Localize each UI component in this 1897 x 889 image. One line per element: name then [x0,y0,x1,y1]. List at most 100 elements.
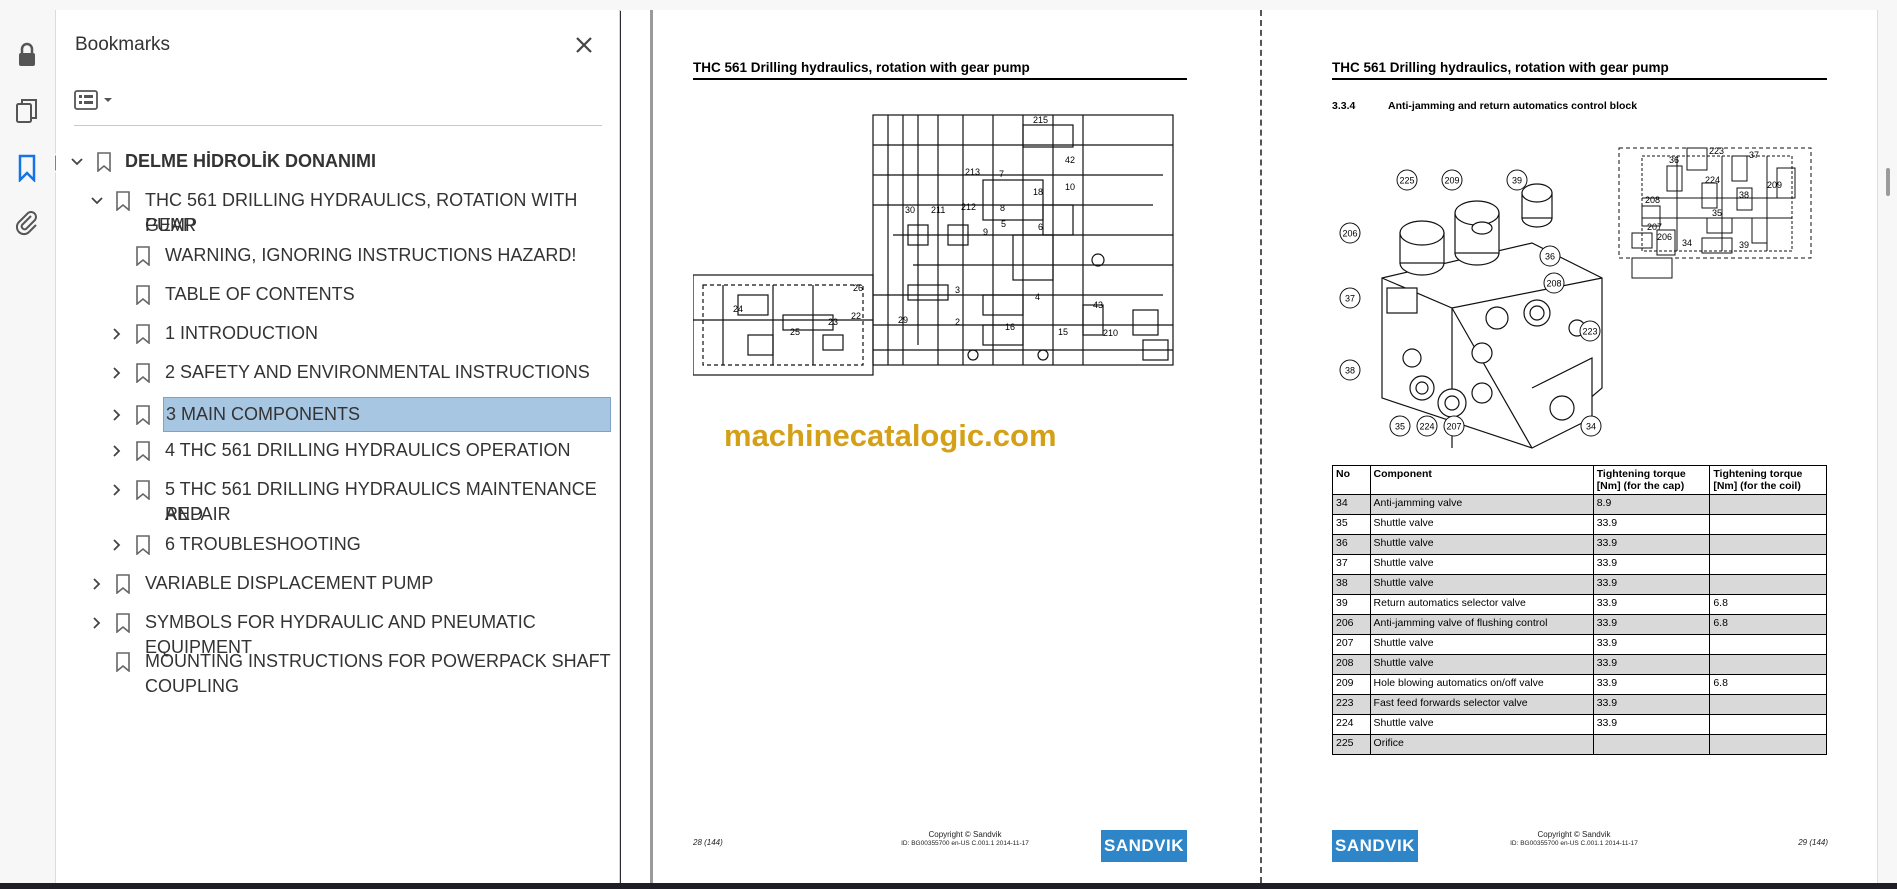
divider [74,125,602,126]
cell-torque-coil: 6.8 [1709,674,1827,695]
chevron-right-icon[interactable] [109,407,125,423]
callout-number: 223 [1582,327,1597,337]
chevron-right-icon[interactable] [109,326,125,342]
bookmark-label[interactable]: MOUNTING INSTRUCTIONS FOR POWERPACK SHAF… [145,649,611,674]
bookmark-item[interactable]: 1 INTRODUCTION [56,321,619,347]
page-number: 29 (144) [1798,838,1828,847]
bookmark-item[interactable]: WARNING, IGNORING INSTRUCTIONS HAZARD! [56,243,619,269]
table-row: 208 Shuttle valve 33.9 [1332,654,1827,675]
schematic-label: 35 [1712,208,1722,218]
control-block-schematic: 223 36 37 209 224 38 208 207 35 206 34 39 [1618,146,1812,279]
hydraulic-schematic: 2154210213 7212 81830 2115 69242629232225324… [693,114,1174,376]
schematic-label: 206 [1657,232,1672,242]
bookmark-item[interactable]: TABLE OF CONTENTS [56,282,619,308]
diagram-label: 30 [905,205,915,215]
cell-torque-coil [1709,634,1827,655]
diagram-label: 212 [961,202,976,212]
column-header: Component [1369,465,1594,495]
bookmark-item[interactable]: VARIABLE DISPLACEMENT PUMP [56,571,619,597]
cell-no: 208 [1332,654,1371,675]
bookmark-item[interactable]: 5 THC 561 DRILLING HYDRAULICS MAINTENANC… [56,477,619,529]
chevron-down-icon[interactable] [69,154,85,170]
diagram-label: 6 [1038,222,1043,232]
cell-torque-cap: 33.9 [1592,674,1711,695]
pdf-page-right: THC 561 Drilling hydraulics, rotation wi… [1262,10,1877,883]
bookmark-item[interactable]: MOUNTING INSTRUCTIONS FOR POWERPACK SHAF… [56,649,619,701]
table-row: 207 Shuttle valve 33.9 [1332,634,1827,655]
cell-component: Return automatics selector valve [1369,594,1594,615]
callout-number: 37 [1345,294,1355,304]
bookmark-label[interactable]: TABLE OF CONTENTS [165,282,355,307]
diagram-label: 5 [1001,219,1006,229]
cell-component: Anti-jamming valve [1369,494,1594,515]
chevron-down-icon[interactable] [89,193,105,209]
bookmark-item[interactable]: THC 561 DRILLING HYDRAULICS, ROTATION WI… [56,188,619,240]
bookmark-flag-icon [136,324,150,344]
bookmark-label-cont[interactable]: REPAIR [165,502,231,527]
bookmark-label[interactable]: 6 TROUBLESHOOTING [165,532,361,557]
pages-icon[interactable] [12,96,42,126]
table-header-row: No Component Tightening torque [Nm] (for… [1332,465,1827,495]
attachment-icon[interactable] [12,208,42,238]
bookmark-label[interactable]: 4 THC 561 DRILLING HYDRAULICS OPERATION [165,438,570,463]
bookmark-label[interactable]: DELME HİDROLİK DONANIMI [125,149,376,174]
cell-no: 224 [1332,714,1371,735]
bookmark-label-cont[interactable]: COUPLING [145,674,239,699]
cell-component: Orifice [1369,734,1594,755]
bookmark-label[interactable]: 1 INTRODUCTION [165,321,318,346]
bookmark-item[interactable]: DELME HİDROLİK DONANIMI [56,149,619,175]
bookmark-flag-icon [116,613,130,633]
bookmark-label[interactable]: 3 MAIN COMPONENTS [166,402,360,427]
callout-number: 36 [1545,252,1555,262]
chevron-right-icon[interactable] [89,615,105,631]
chevron-right-icon[interactable] [109,537,125,553]
bookmark-icon[interactable] [12,153,42,183]
chevron-down-icon [104,98,112,102]
cell-no: 39 [1332,594,1371,615]
schematic-label: 34 [1682,238,1692,248]
bookmark-label[interactable]: VARIABLE DISPLACEMENT PUMP [145,571,433,596]
bookmark-flag-icon [136,441,150,461]
callout-number: 206 [1342,229,1357,239]
bookmark-item[interactable]: SYMBOLS FOR HYDRAULIC AND PNEUMATIC EQUI… [56,610,619,657]
bookmark-item[interactable]: 4 THC 561 DRILLING HYDRAULICS OPERATION [56,438,619,464]
cell-component: Shuttle valve [1369,574,1594,595]
table-row: 206 Anti-jamming valve of flushing contro… [1332,614,1827,635]
bookmark-label[interactable]: THC 561 DRILLING HYDRAULICS, ROTATION WI… [145,188,619,238]
cell-torque-coil [1709,654,1827,675]
panel-title: Bookmarks [75,34,171,55]
scrollbar-thumb[interactable] [1886,168,1890,196]
vertical-scrollbar[interactable] [1877,10,1897,883]
bookmark-flag-icon [136,246,150,266]
bookmark-item[interactable]: 6 TROUBLESHOOTING [56,532,619,558]
chevron-right-icon[interactable] [109,482,125,498]
callout-number: 224 [1419,422,1434,432]
options-icon [74,90,98,110]
cell-torque-coil [1709,494,1827,515]
document-id: ID: BG00355700 en-US C.001.1 2014-11-17 [1510,840,1638,847]
bookmark-label[interactable]: 5 THC 561 DRILLING HYDRAULICS MAINTENANC… [165,477,619,527]
bookmark-item[interactable]: 2 SAFETY AND ENVIRONMENTAL INSTRUCTIONS [56,360,619,386]
schematic-label: 39 [1739,240,1749,250]
chevron-right-icon[interactable] [89,576,105,592]
lock-icon[interactable] [12,40,42,70]
close-icon[interactable] [571,32,597,58]
diagram-label: 42 [1065,155,1075,165]
callout-number: 35 [1395,422,1405,432]
cell-component: Anti-jamming valve of flushing control [1369,614,1594,635]
table-row: 225 Orifice [1332,734,1827,755]
cell-torque-coil: 6.8 [1709,594,1827,615]
bookmark-label-cont[interactable]: PUMP [145,213,197,238]
table-row: 35 Shuttle valve 33.9 [1332,514,1827,535]
chevron-right-icon[interactable] [109,443,125,459]
cell-torque-coil [1709,514,1827,535]
bookmark-item-selected[interactable]: 3 MAIN COMPONENTS [56,397,619,432]
diagram-label: 4 [1035,292,1040,302]
options-button[interactable] [74,84,122,116]
schematic-label: 224 [1705,175,1720,185]
bookmark-label[interactable]: WARNING, IGNORING INSTRUCTIONS HAZARD! [165,243,576,268]
table-row: 38 Shuttle valve 33.9 [1332,574,1827,595]
cell-no: 207 [1332,634,1371,655]
bookmark-label[interactable]: 2 SAFETY AND ENVIRONMENTAL INSTRUCTIONS [165,360,590,385]
chevron-right-icon[interactable] [109,365,125,381]
